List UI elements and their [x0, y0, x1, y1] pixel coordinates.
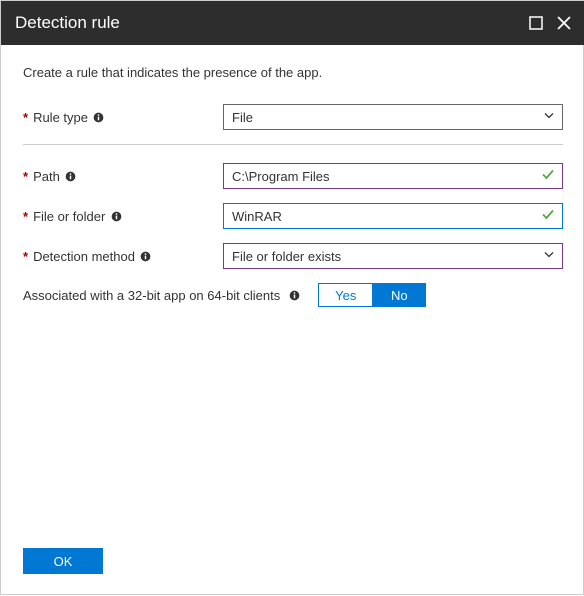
detection-method-row: * Detection method File or folder exists — [23, 243, 563, 269]
toggle-no-button[interactable]: No — [372, 283, 426, 307]
rule-type-select[interactable]: File — [223, 104, 563, 130]
required-marker: * — [23, 110, 28, 125]
file-or-folder-label: File or folder — [33, 209, 105, 224]
info-icon[interactable] — [65, 170, 77, 182]
description-text: Create a rule that indicates the presenc… — [23, 65, 563, 80]
dialog-footer: OK — [23, 548, 103, 574]
file-or-folder-input[interactable] — [223, 203, 563, 229]
close-icon[interactable] — [557, 16, 571, 30]
detection-method-select[interactable]: File or folder exists — [223, 243, 563, 269]
info-icon[interactable] — [93, 111, 105, 123]
path-label: Path — [33, 169, 60, 184]
dialog-title: Detection rule — [15, 13, 120, 33]
rule-type-row: * Rule type File — [23, 104, 563, 130]
file-or-folder-row: * File or folder — [23, 203, 563, 229]
info-icon[interactable] — [110, 210, 122, 222]
required-marker: * — [23, 209, 28, 224]
rule-type-label: Rule type — [33, 110, 88, 125]
info-icon[interactable] — [140, 250, 152, 262]
dialog-header: Detection rule — [1, 1, 584, 45]
toggle-yes-button[interactable]: Yes — [318, 283, 372, 307]
bitness-toggle-label: Associated with a 32-bit app on 64-bit c… — [23, 288, 280, 303]
header-actions — [529, 16, 571, 30]
maximize-icon[interactable] — [529, 16, 543, 30]
detection-method-label: Detection method — [33, 249, 135, 264]
info-icon[interactable] — [288, 289, 300, 301]
required-marker: * — [23, 169, 28, 184]
path-input[interactable] — [223, 163, 563, 189]
required-marker: * — [23, 249, 28, 264]
ok-button[interactable]: OK — [23, 548, 103, 574]
divider — [23, 144, 563, 145]
bitness-toggle-row: Associated with a 32-bit app on 64-bit c… — [23, 283, 563, 307]
path-row: * Path — [23, 163, 563, 189]
bitness-toggle: Yes No — [318, 283, 426, 307]
dialog-content: Create a rule that indicates the presenc… — [1, 45, 584, 327]
